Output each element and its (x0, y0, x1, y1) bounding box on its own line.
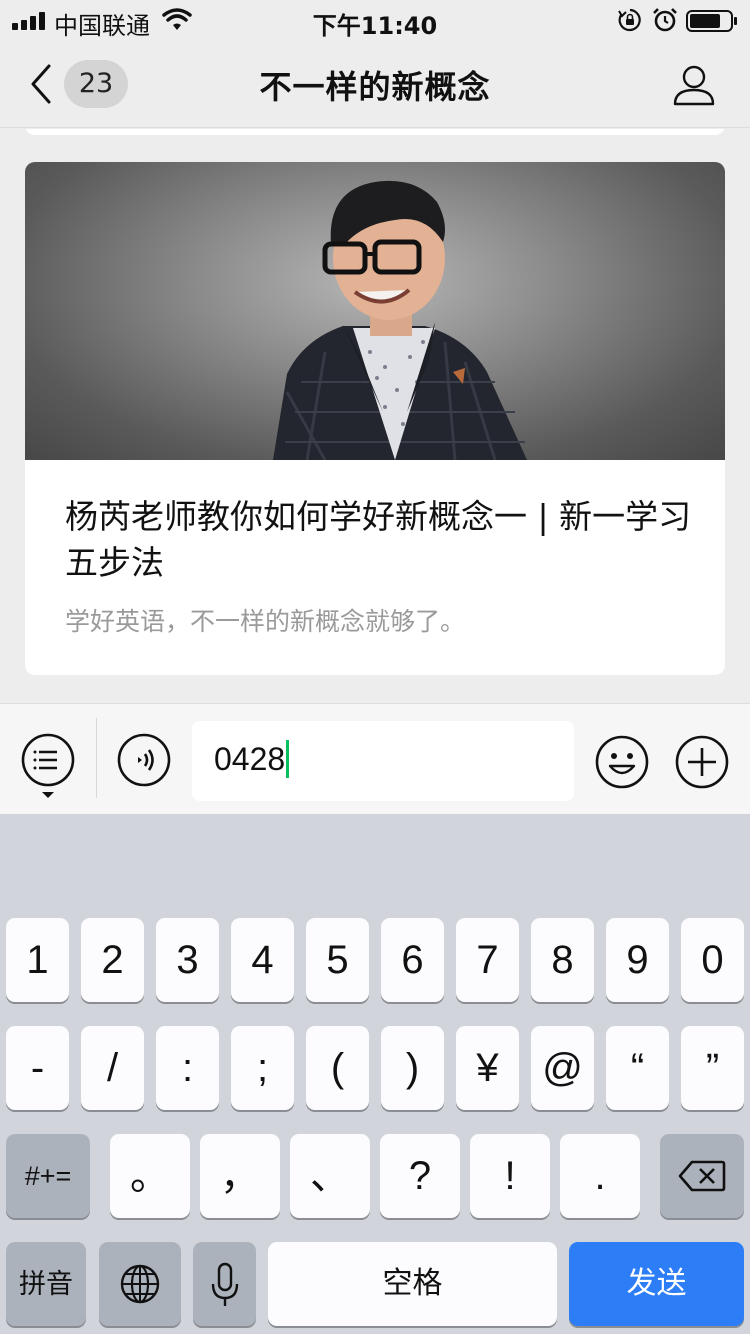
key-space[interactable]: 空格 (268, 1242, 557, 1326)
key-9[interactable]: 9 (606, 918, 669, 1002)
send-button[interactable]: 发送 (569, 1242, 744, 1326)
key-8[interactable]: 8 (531, 918, 594, 1002)
key-globe[interactable] (99, 1242, 181, 1326)
key-dictation[interactable] (193, 1242, 256, 1326)
key-open-paren[interactable]: ( (306, 1026, 369, 1110)
teacher-photo (273, 180, 527, 460)
key-semicolon[interactable]: ; (231, 1026, 294, 1110)
battery-icon (686, 10, 737, 32)
delete-key[interactable] (660, 1134, 744, 1218)
microphone-icon (211, 1262, 239, 1306)
menu-toggle-icon[interactable] (20, 732, 76, 802)
key-3[interactable]: 3 (156, 918, 219, 1002)
key-colon[interactable]: : (156, 1026, 219, 1110)
key-left-quote[interactable]: “ (606, 1026, 669, 1110)
message-input-value: 0428 (214, 741, 286, 777)
key-exclamation[interactable]: ! (470, 1134, 550, 1218)
article-title: 杨芮老师教你如何学好新概念一 | 新一学习五步法 (65, 497, 692, 582)
backspace-icon (678, 1160, 726, 1192)
keyboard: 1 2 3 4 5 6 7 8 9 0 - / : ; ( ) ¥ @ “ ” … (0, 814, 750, 1334)
key-7[interactable]: 7 (456, 918, 519, 1002)
unread-count-badge: 23 (64, 60, 128, 108)
article-description: 学好英语，不一样的新概念就够了。 (65, 607, 466, 636)
article-cover-image (25, 162, 725, 460)
article-card[interactable]: 杨芮老师教你如何学好新概念一 | 新一学习五步法 学好英语，不一样的新概念就够了… (25, 162, 725, 675)
key-at[interactable]: @ (531, 1026, 594, 1110)
key-enum-comma[interactable]: 、 (290, 1134, 370, 1218)
key-comma-cn[interactable]: ， (200, 1134, 280, 1218)
key-right-quote[interactable]: ” (681, 1026, 744, 1110)
divider (96, 718, 97, 798)
key-yuan[interactable]: ¥ (456, 1026, 519, 1110)
key-pinyin[interactable]: 拼音 (6, 1242, 86, 1326)
key-hyphen[interactable]: - (6, 1026, 69, 1110)
voice-input-icon[interactable] (116, 732, 172, 788)
status-bar: 中国联通 下午11:40 (0, 0, 750, 40)
key-6[interactable]: 6 (381, 918, 444, 1002)
message-input[interactable]: 0428 (192, 721, 574, 801)
key-4[interactable]: 4 (231, 918, 294, 1002)
key-slash[interactable]: / (81, 1026, 144, 1110)
key-close-paren[interactable]: ) (381, 1026, 444, 1110)
input-bar: 0428 (0, 703, 750, 814)
nav-bar: 23 不一样的新概念 (0, 40, 750, 128)
key-0[interactable]: 0 (681, 918, 744, 1002)
key-more-symbols[interactable]: #+= (6, 1134, 90, 1218)
key-period[interactable]: . (560, 1134, 640, 1218)
text-cursor (286, 739, 290, 778)
rotation-lock-icon (618, 8, 641, 32)
key-question[interactable]: ? (380, 1134, 460, 1218)
profile-icon[interactable] (672, 64, 716, 106)
key-5[interactable]: 5 (306, 918, 369, 1002)
back-button[interactable]: 23 (24, 60, 134, 108)
emoji-icon[interactable] (594, 734, 650, 790)
alarm-icon (653, 8, 677, 32)
chat-area: 杨芮老师教你如何学好新概念一 | 新一学习五步法 学好英语，不一样的新概念就够了… (0, 129, 750, 703)
previous-message-card[interactable] (25, 129, 725, 135)
key-2[interactable]: 2 (81, 918, 144, 1002)
key-period-cn[interactable]: 。 (110, 1134, 190, 1218)
chevron-left-icon (31, 64, 51, 104)
globe-icon (120, 1264, 160, 1304)
plus-icon[interactable] (674, 734, 730, 790)
key-1[interactable]: 1 (6, 918, 69, 1002)
page-title: 不一样的新概念 (259, 68, 491, 106)
